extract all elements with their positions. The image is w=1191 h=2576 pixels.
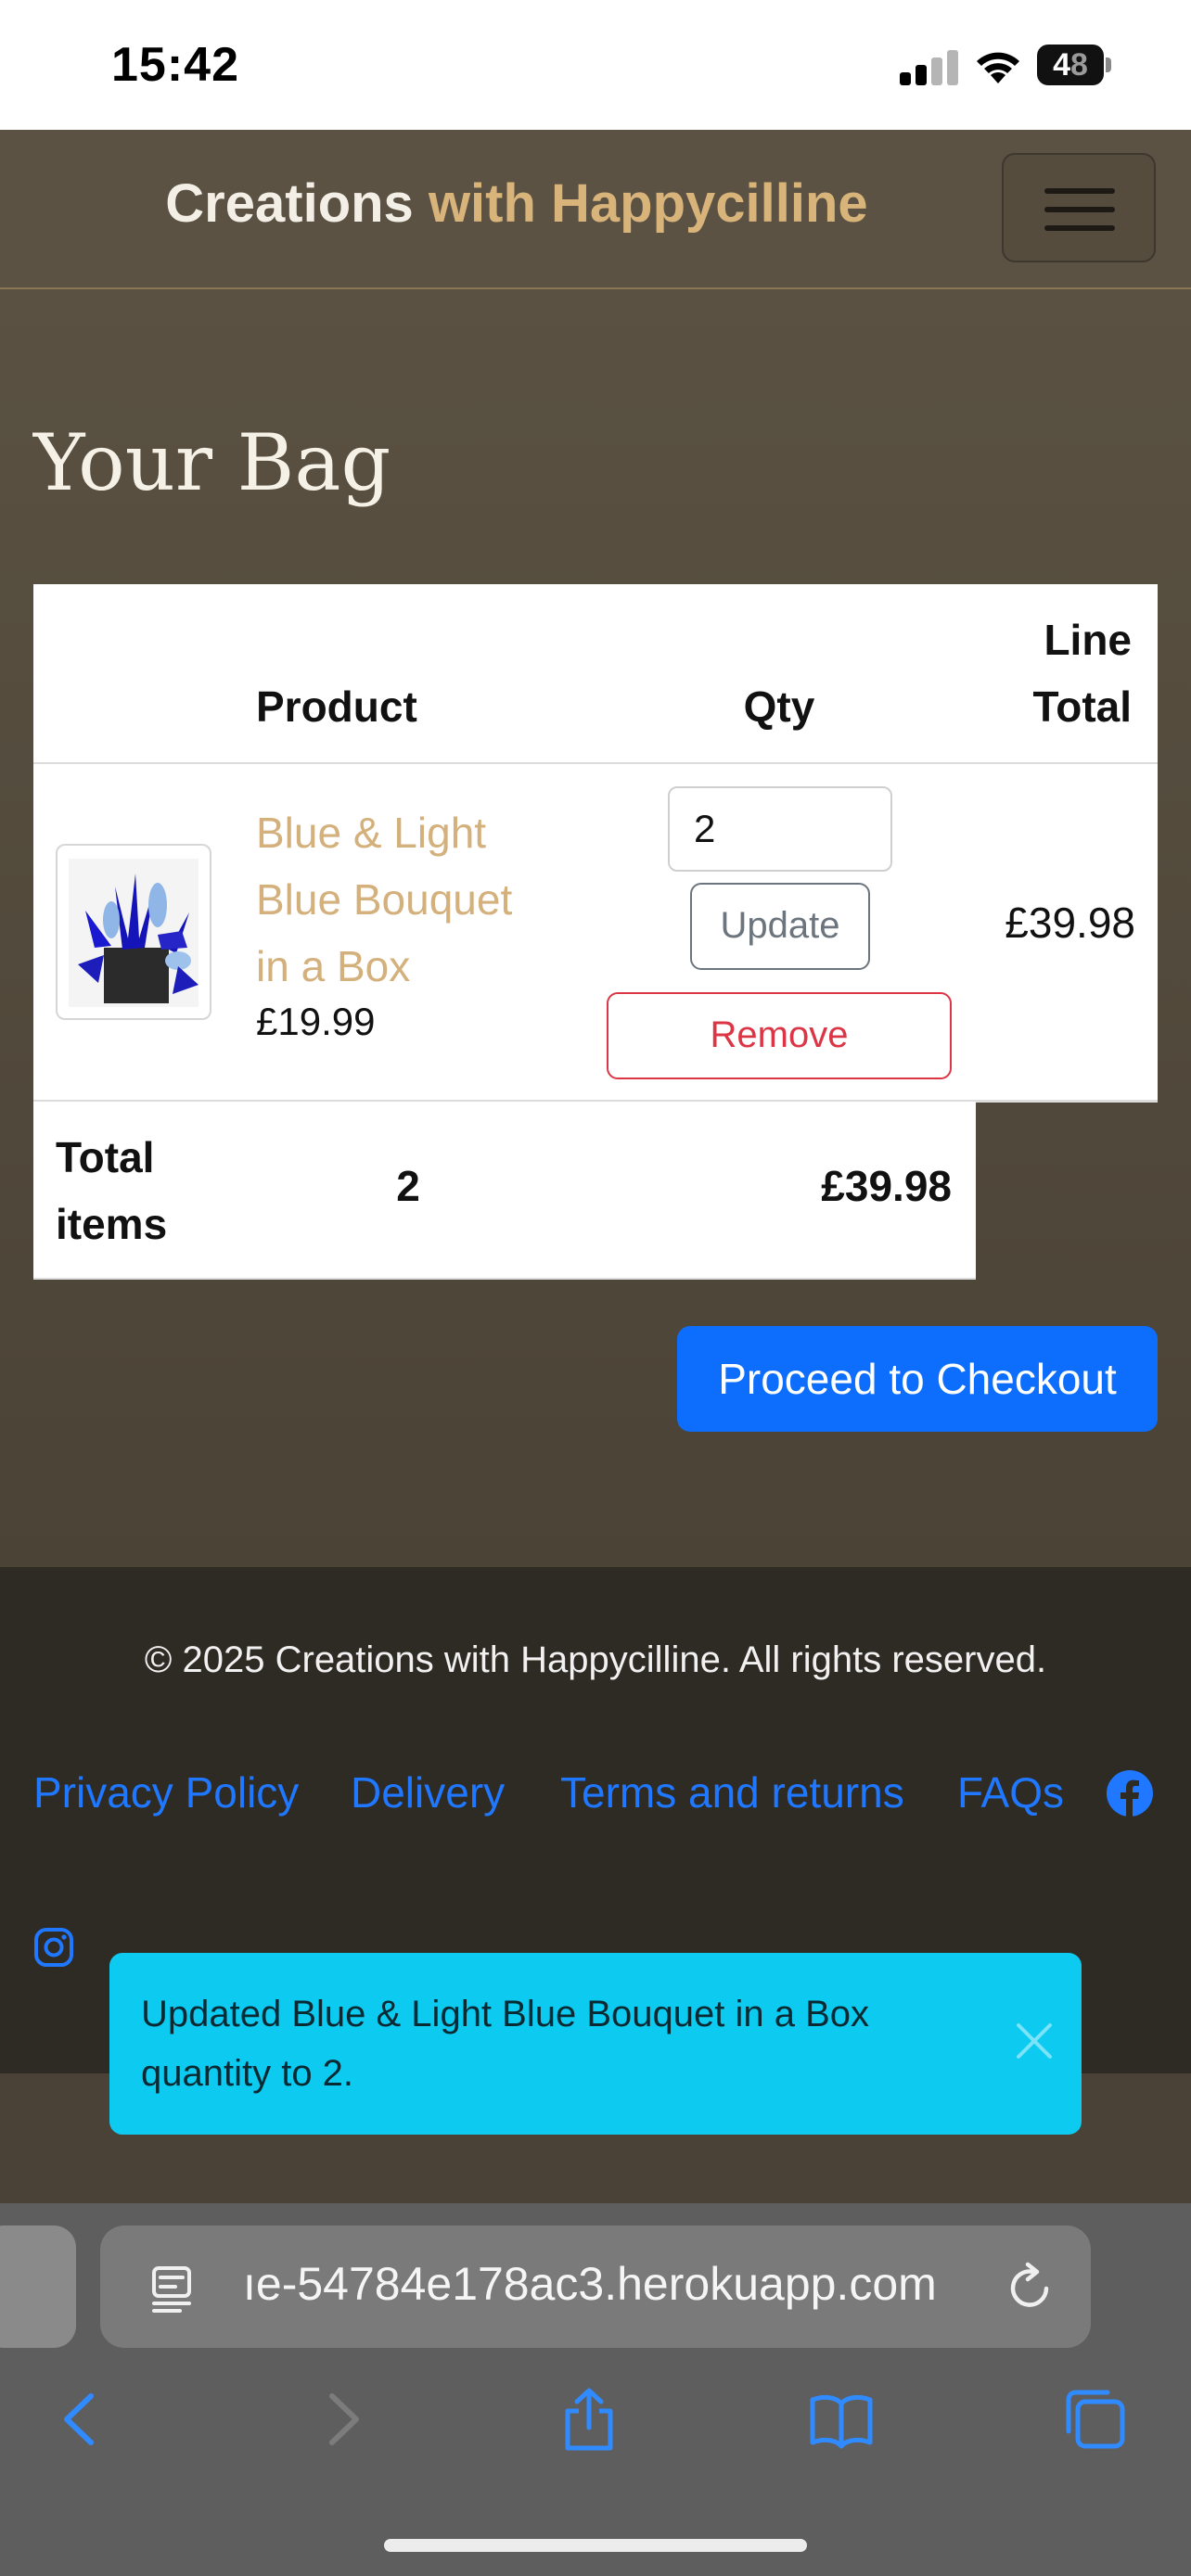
header-line-total: Line Total bbox=[1032, 616, 1132, 731]
product-price: £19.99 bbox=[256, 1000, 376, 1043]
back-icon[interactable] bbox=[50, 2387, 115, 2452]
battery-level: 48 bbox=[1037, 45, 1104, 85]
bouquet-image bbox=[69, 859, 198, 1007]
brand-main: Creations bbox=[165, 173, 414, 234]
product-image[interactable] bbox=[56, 844, 211, 1020]
home-indicator bbox=[384, 2539, 807, 2552]
update-button[interactable]: Update bbox=[690, 883, 870, 970]
brand-accent: with Happycilline bbox=[428, 173, 868, 234]
footer-link-terms-and-returns[interactable]: Terms and returns bbox=[560, 1767, 904, 1817]
page-title: Your Bag bbox=[33, 417, 391, 508]
url-text: ıe-54784e178ac3.herokuapp.com bbox=[243, 2258, 937, 2310]
close-icon[interactable] bbox=[1011, 2018, 1057, 2064]
table-divider bbox=[33, 762, 1158, 764]
battery-icon: 48 bbox=[1037, 45, 1111, 85]
proceed-to-checkout-button[interactable]: Proceed to Checkout bbox=[677, 1326, 1158, 1432]
forward-icon bbox=[329, 2393, 359, 2445]
remove-button[interactable]: Remove bbox=[607, 992, 952, 1079]
product-name-link[interactable]: Blue & Light Blue Bouquet in a Box bbox=[256, 799, 553, 1000]
total-items-count: 2 bbox=[396, 1162, 420, 1210]
share-icon[interactable] bbox=[557, 2387, 621, 2452]
instagram-icon[interactable] bbox=[33, 1927, 74, 1968]
quantity-input[interactable] bbox=[668, 786, 892, 872]
hamburger-icon bbox=[1044, 188, 1115, 194]
previous-tab-preview[interactable] bbox=[0, 2225, 76, 2348]
brand-logo[interactable]: Creations with Happycilline bbox=[0, 172, 1033, 235]
tabs-icon[interactable] bbox=[1063, 2387, 1128, 2452]
navbar-toggle-button[interactable] bbox=[1002, 153, 1156, 262]
cellular-signal-icon bbox=[900, 48, 959, 85]
header-qty: Qty bbox=[743, 682, 815, 731]
header-product: Product bbox=[256, 682, 417, 731]
page-menu-icon[interactable] bbox=[148, 2263, 195, 2315]
line-total: £39.98 bbox=[1005, 899, 1135, 947]
wifi-icon bbox=[977, 52, 1019, 83]
status-time: 15:42 bbox=[111, 38, 239, 92]
footer-link-privacy-policy[interactable]: Privacy Policy bbox=[33, 1767, 299, 1817]
total-items-label: Total items bbox=[56, 1133, 168, 1248]
reload-icon[interactable] bbox=[1005, 2261, 1056, 2313]
facebook-icon[interactable] bbox=[1106, 1769, 1154, 1817]
copyright-text: © 2025 Creations with Happycilline. All … bbox=[144, 1639, 1047, 1680]
footer-link-faqs[interactable]: FAQs bbox=[957, 1767, 1064, 1817]
footer-link-delivery[interactable]: Delivery bbox=[351, 1767, 505, 1817]
toast-message: Updated Blue & Light Blue Bouquet in a B… bbox=[141, 1994, 869, 2094]
bookmarks-icon[interactable] bbox=[809, 2387, 874, 2452]
grand-total: £39.98 bbox=[821, 1162, 952, 1210]
